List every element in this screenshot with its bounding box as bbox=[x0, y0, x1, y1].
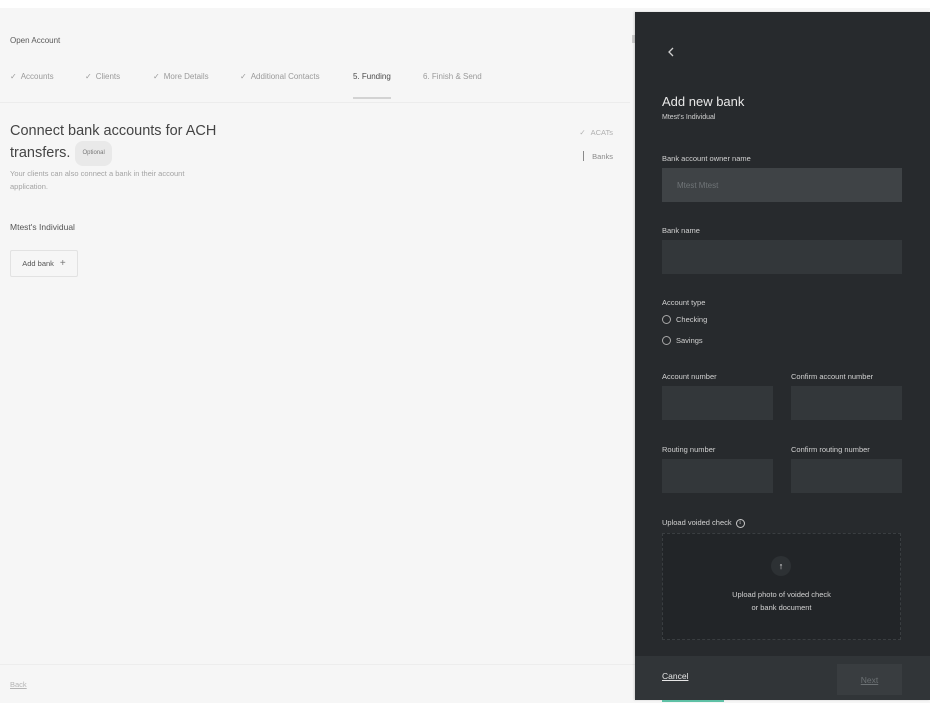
step-label: More Details bbox=[163, 72, 209, 81]
radio-label: Savings bbox=[676, 336, 703, 345]
heading-line-2: transfers. bbox=[10, 145, 71, 161]
upload-label: Upload voided check i bbox=[662, 518, 745, 528]
funding-subnav: ✓ ACATs Banks bbox=[579, 120, 613, 168]
step-label: 5. Funding bbox=[353, 72, 391, 81]
add-bank-drawer: Add new bank Mtest's Individual Bank acc… bbox=[635, 12, 930, 700]
cancel-button[interactable]: Cancel bbox=[662, 671, 688, 681]
plus-icon: + bbox=[59, 258, 66, 269]
subnav-item-acats[interactable]: ✓ ACATs bbox=[579, 120, 613, 144]
routing-number-label: Routing number bbox=[662, 445, 716, 454]
step-label: Accounts bbox=[20, 72, 54, 81]
account-label: Mtest's Individual bbox=[10, 222, 75, 232]
owner-name-field bbox=[662, 168, 902, 202]
upload-label-text: Upload voided check bbox=[662, 518, 732, 527]
step-additional-contacts[interactable]: ✓ Additional Contacts bbox=[240, 72, 320, 99]
app-title: Open Account bbox=[10, 36, 61, 45]
chevron-left-icon bbox=[668, 47, 674, 57]
add-bank-label: Add bank bbox=[22, 259, 54, 268]
heading-line-1: Connect bank accounts for ACH bbox=[10, 123, 217, 139]
radio-label: Checking bbox=[676, 315, 708, 324]
routing-number-field[interactable] bbox=[662, 459, 773, 493]
subnav-label: Banks bbox=[592, 151, 613, 161]
radio-circle bbox=[662, 315, 671, 324]
arrow-up-icon: ↑ bbox=[771, 556, 791, 576]
active-indicator bbox=[583, 151, 585, 161]
owner-name-label: Bank account owner name bbox=[662, 154, 751, 163]
upload-text-line-2: or bank document bbox=[751, 603, 812, 612]
step-clients[interactable]: ✓ Clients bbox=[85, 72, 120, 99]
step-label: 6. Finish & Send bbox=[423, 72, 482, 81]
subnav-label: ACATs bbox=[590, 127, 613, 137]
upload-text-line-1: Upload photo of voided check bbox=[732, 590, 831, 599]
footer-divider bbox=[0, 664, 635, 665]
account-number-field[interactable] bbox=[662, 386, 773, 420]
drawer-footer: Cancel Next bbox=[635, 656, 930, 700]
page-heading: Connect bank accounts for ACH transfers.… bbox=[10, 122, 240, 166]
step-navigation: ✓ Accounts ✓ Clients ✓ More Details ✓ Additi… bbox=[0, 68, 630, 103]
step-label: Clients bbox=[95, 72, 121, 81]
focus-indicator bbox=[662, 700, 724, 702]
check-icon: ✓ bbox=[10, 72, 17, 81]
drawer-title: Add new bank bbox=[662, 94, 745, 109]
info-icon[interactable]: i bbox=[735, 518, 745, 528]
drawer-back-button[interactable] bbox=[663, 44, 679, 60]
confirm-account-number-label: Confirm account number bbox=[791, 372, 874, 381]
upload-text: Upload photo of voided check or bank doc… bbox=[663, 588, 900, 614]
radio-savings[interactable]: Savings bbox=[662, 336, 703, 345]
next-button[interactable]: Next bbox=[837, 664, 902, 695]
subnav-item-banks[interactable]: Banks bbox=[579, 144, 613, 168]
radio-checking[interactable]: Checking bbox=[662, 315, 707, 324]
radio-circle bbox=[662, 336, 671, 345]
bank-name-label: Bank name bbox=[662, 226, 700, 235]
check-icon: ✓ bbox=[85, 72, 92, 81]
step-finish-send[interactable]: 6. Finish & Send bbox=[423, 72, 482, 99]
bank-name-field[interactable] bbox=[662, 240, 902, 274]
step-funding[interactable]: 5. Funding bbox=[353, 72, 391, 99]
step-label: Additional Contacts bbox=[250, 72, 320, 81]
add-bank-button[interactable]: Add bank + bbox=[10, 250, 78, 277]
optional-badge: Optional bbox=[75, 141, 112, 166]
step-more-details[interactable]: ✓ More Details bbox=[153, 72, 209, 99]
confirm-account-number-field[interactable] bbox=[791, 386, 902, 420]
check-icon: ✓ bbox=[153, 72, 160, 81]
confirm-routing-number-label: Confirm routing number bbox=[791, 445, 870, 454]
step-accounts[interactable]: ✓ Accounts bbox=[10, 72, 54, 99]
account-number-label: Account number bbox=[662, 372, 717, 381]
account-type-label: Account type bbox=[662, 298, 706, 307]
upload-dropzone[interactable]: ↑ Upload photo of voided check or bank d… bbox=[662, 533, 901, 640]
back-link[interactable]: Back bbox=[10, 680, 27, 689]
drawer-subtitle: Mtest's Individual bbox=[662, 114, 716, 121]
check-icon: ✓ bbox=[240, 72, 247, 81]
check-icon: ✓ bbox=[579, 127, 586, 137]
heading-subtext: Your clients can also connect a bank in … bbox=[10, 169, 185, 191]
confirm-routing-number-field[interactable] bbox=[791, 459, 902, 493]
